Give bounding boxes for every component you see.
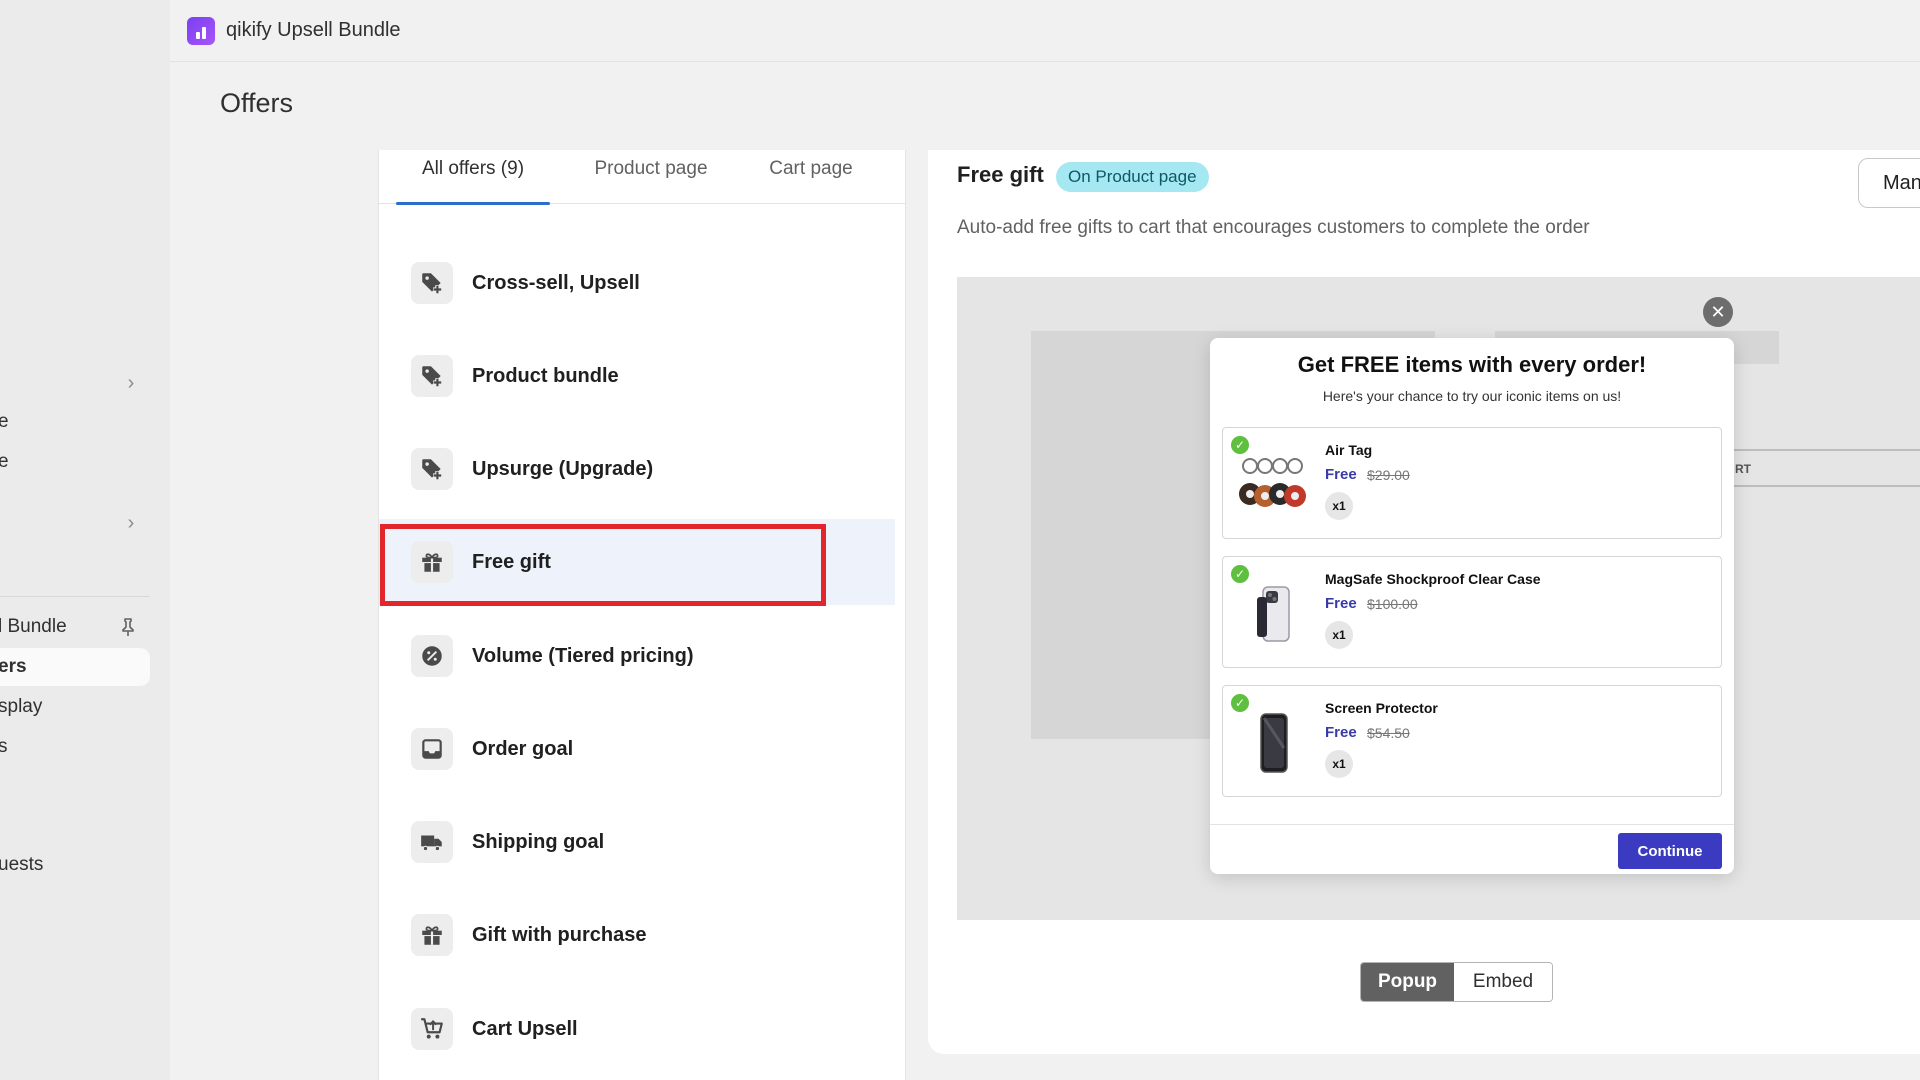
pin-icon[interactable] [118,617,138,637]
continue-button[interactable]: Continue [1618,833,1722,869]
free-gift-popup: Get FREE items with every order! Here's … [1210,338,1734,874]
view-toggle: Popup Embed [1360,962,1553,1002]
offer-item-order-goal[interactable]: Order goal [379,706,895,792]
offer-label: Order goal [472,737,574,760]
gift-item-card[interactable]: ✓ MagSafe Shockproof Clear Case Free $10… [1222,556,1722,668]
close-icon[interactable]: ✕ [1703,297,1733,327]
offer-item-cart-upsell[interactable]: Cart Upsell [379,986,895,1072]
gift-icon [411,914,453,956]
app-logo-icon [187,17,215,45]
nav-item-label: ers [0,656,27,677]
offer-item-cross-sell[interactable]: Cross-sell, Upsell [379,240,895,326]
preview-bg-line [1725,449,1920,451]
popup-subtitle: Here's your chance to try our iconic ite… [1322,388,1622,404]
offer-item-gift-with-purchase[interactable]: Gift with purchase [379,892,895,978]
popup-toggle-button[interactable]: Popup [1361,963,1454,1001]
free-label: Free [1325,724,1357,741]
product-name: Air Tag [1325,442,1373,458]
offer-item-volume[interactable]: Volume (Tiered pricing) [379,613,895,699]
offer-label: Shipping goal [472,830,605,853]
check-icon[interactable]: ✓ [1231,565,1249,583]
inbox-icon [411,728,453,770]
popup-title: Get FREE items with every order! [1297,352,1647,377]
gift-item-card[interactable]: ✓ Screen Protector Free $54.50 x1 [1222,685,1722,797]
tab-all-offers[interactable]: All offers (9) [396,158,550,205]
nav-item-label: l Bundle [0,616,67,637]
old-price: $29.00 [1367,467,1410,483]
popup-divider [1210,824,1734,825]
airtag-image [1239,458,1306,507]
embed-toggle-button[interactable]: Embed [1454,963,1552,1001]
offer-label: Product bundle [472,364,619,387]
check-icon[interactable]: ✓ [1231,436,1249,454]
preview-bg-text: RT [1735,462,1751,476]
tab-cart-page[interactable]: Cart page [751,158,871,204]
product-name: Screen Protector [1325,700,1438,716]
old-price: $54.50 [1367,725,1410,741]
screen-protector-image [1260,713,1288,773]
manage-button[interactable]: Man [1858,158,1920,208]
details-title: Free gift [957,162,1044,187]
nav-item-label: e [0,411,9,432]
gift-item-card[interactable]: ✓ Air Tag Free $29.00 x1 [1222,427,1722,539]
app-header: qikify Upsell Bundle [170,0,1920,62]
offer-label: Cart Upsell [472,1017,578,1040]
nav-item-label: uests [0,854,44,875]
truck-icon [411,821,453,863]
phone-case-image [1257,586,1290,642]
quantity-badge: x1 [1325,492,1353,520]
offer-item-product-bundle[interactable]: Product bundle [379,333,895,419]
page-title: Offers [220,88,294,118]
nav-item-label: splay [0,696,43,717]
nav-item[interactable]: e [0,403,150,441]
nav-item[interactable]: splay [0,688,150,726]
product-name: MagSafe Shockproof Clear Case [1325,571,1541,587]
nav-item-label: s [0,736,8,757]
offer-item-shipping-goal[interactable]: Shipping goal [379,799,895,885]
preview-bg-line [1725,485,1920,487]
preview-area: RT ✕ Get FREE items with every order! He… [957,277,1920,920]
quantity-badge: x1 [1325,621,1353,649]
nav-item-offers[interactable]: ers [0,648,150,686]
nav-item[interactable]: s [0,728,150,766]
offer-item-upsurge[interactable]: Upsurge (Upgrade) [379,426,895,512]
offer-details-panel: Free gift On Product page Man Auto-add f… [928,150,1920,1054]
left-nav: › e e › l Bundle ers splay s uests [0,0,170,1080]
tag-plus-icon [411,262,453,304]
nav-item-label: e [0,451,9,472]
free-label: Free [1325,595,1357,612]
discount-icon [411,635,453,677]
nav-item-app[interactable]: l Bundle [0,608,150,646]
chevron-right-icon[interactable]: › [120,372,142,394]
offers-list-panel: All offers (9) Product page Cart page Cr… [378,150,906,1080]
status-badge: On Product page [1056,162,1209,192]
nav-item[interactable]: uests [0,846,150,884]
nav-item[interactable]: e [0,443,150,481]
tag-plus-icon [411,355,453,397]
old-price: $100.00 [1367,596,1418,612]
free-label: Free [1325,466,1357,483]
offer-label: Cross-sell, Upsell [472,271,640,294]
tag-plus-icon [411,448,453,490]
highlight-annotation [380,524,826,606]
offer-label: Volume (Tiered pricing) [472,644,694,667]
tab-product-page[interactable]: Product page [575,158,727,204]
offer-label: Upsurge (Upgrade) [472,457,654,480]
nav-divider [0,596,150,597]
offer-label: Gift with purchase [472,923,647,946]
quantity-badge: x1 [1325,750,1353,778]
cart-up-icon [411,1008,453,1050]
offer-tabs: All offers (9) Product page Cart page [379,150,905,205]
details-description: Auto-add free gifts to cart that encoura… [957,217,1590,238]
check-icon[interactable]: ✓ [1231,694,1249,712]
chevron-right-icon[interactable]: › [120,512,142,534]
app-name: qikify Upsell Bundle [226,19,401,41]
